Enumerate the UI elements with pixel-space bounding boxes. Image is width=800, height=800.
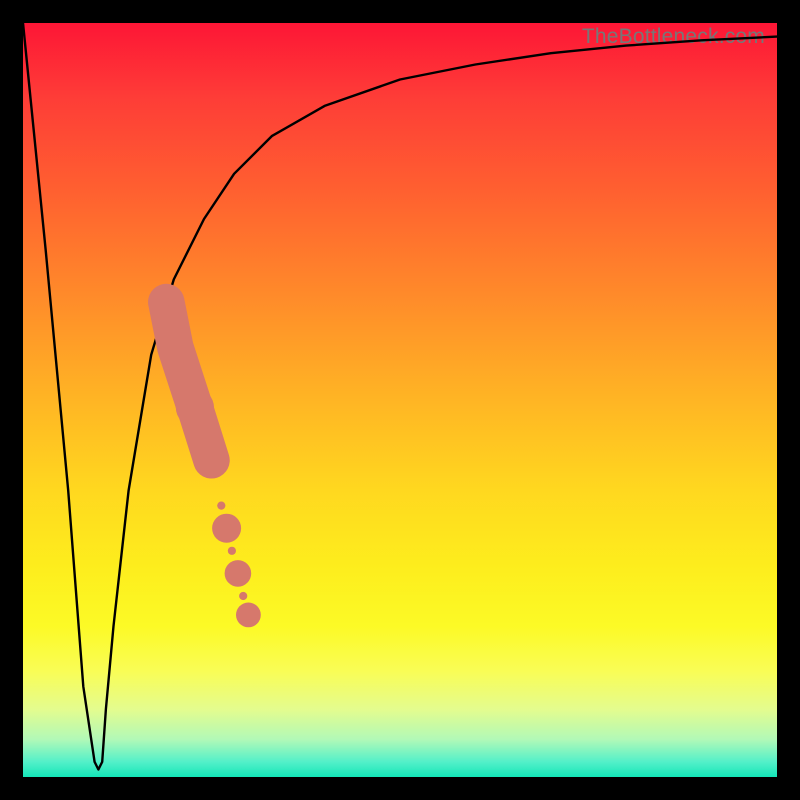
- chart-svg: [23, 23, 777, 777]
- highlight-point: [176, 388, 214, 426]
- highlight-point: [158, 330, 193, 365]
- highlight-point: [194, 443, 229, 478]
- highlight-point: [217, 502, 225, 510]
- highlight-point: [225, 560, 252, 587]
- highlight-point: [236, 603, 261, 628]
- bottleneck-curve-line: [23, 23, 777, 770]
- highlight-point: [228, 547, 236, 555]
- chart-frame: TheBottleneck.com: [0, 0, 800, 800]
- plot-area: TheBottleneck.com: [23, 23, 777, 777]
- highlight-point: [239, 592, 247, 600]
- highlight-point: [162, 298, 170, 306]
- highlight-bar: [166, 302, 211, 460]
- highlight-point: [212, 514, 241, 543]
- highlight-points-group: [158, 298, 261, 627]
